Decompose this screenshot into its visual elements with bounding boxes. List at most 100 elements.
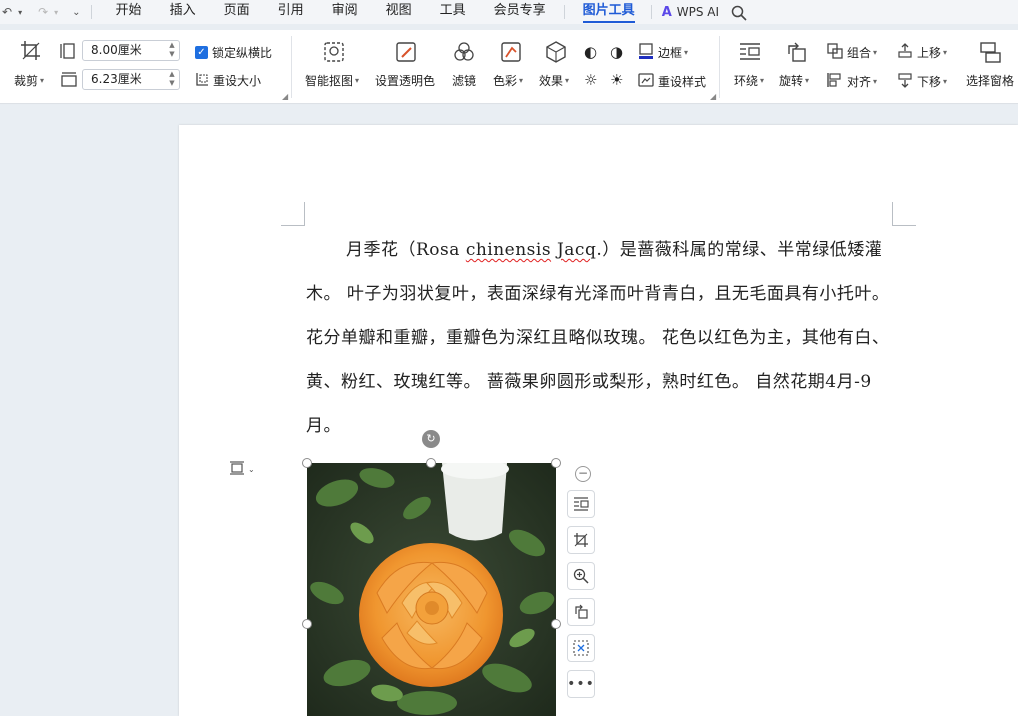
send-backward-button[interactable]: 下移 ▾ <box>897 72 947 91</box>
crop-tool-icon[interactable] <box>567 526 595 554</box>
border-label: 边框 <box>658 46 683 60</box>
divider <box>90 5 92 19</box>
tab-page[interactable]: 页面 <box>224 0 250 24</box>
stepper-arrows-icon[interactable]: ▲ ▼ <box>167 70 177 89</box>
document-page[interactable]: 月季花（Rosa chinensis Jacq.）是蔷薇科属的常绿、半常绿低矮灌… <box>179 125 1018 716</box>
undo-dropdown-icon[interactable]: ▾ <box>18 8 22 17</box>
chevron-down-icon: ▾ <box>519 76 524 85</box>
border-button[interactable]: 边框 ▾ <box>638 43 688 62</box>
layout-options-icon <box>230 460 244 478</box>
body-paragraph[interactable]: 月季花（Rosa chinensis Jacq.）是蔷薇科属的常绿、半常绿低矮灌… <box>306 228 896 448</box>
chevron-down-icon: ▾ <box>873 77 878 86</box>
increase-brightness-icon[interactable]: ☼ <box>584 71 597 89</box>
color-button[interactable]: 色彩 ▾ <box>493 72 523 89</box>
spelling-error-word[interactable]: Jacq <box>557 240 596 260</box>
rotate-tool-icon[interactable] <box>567 598 595 626</box>
lock-ratio-checkbox[interactable]: ✓ 锁定纵横比 <box>195 44 272 61</box>
smart-cutout-icon[interactable] <box>322 40 346 64</box>
group-button[interactable]: 组合 ▾ <box>827 43 877 62</box>
rotate-label: 旋转 <box>779 74 804 88</box>
spelling-error-word[interactable]: chinensis <box>466 240 551 260</box>
bring-forward-button[interactable]: 上移 ▾ <box>897 43 947 62</box>
divider <box>291 36 292 98</box>
resize-handle-top-middle[interactable] <box>426 458 436 468</box>
tab-picture-tools[interactable]: 图片工具 <box>582 0 635 24</box>
divider <box>650 5 652 19</box>
undo-icon[interactable]: ↶ <box>2 5 12 19</box>
bring-forward-icon <box>897 43 913 62</box>
rotate-button[interactable]: 旋转 ▾ <box>779 72 809 89</box>
wps-ai-logo-icon: A <box>661 4 672 20</box>
stepper-arrows-icon[interactable]: ▲ ▼ <box>167 41 177 60</box>
redo-icon[interactable]: ↷ <box>38 5 48 19</box>
resize-handle-top-right[interactable] <box>551 458 561 468</box>
filter-icon[interactable] <box>452 40 476 64</box>
tab-references[interactable]: 引用 <box>278 0 304 24</box>
width-input[interactable]: 6.23厘米 ▲ ▼ <box>82 69 180 90</box>
resize-handle-middle-right[interactable] <box>551 619 561 629</box>
tab-member[interactable]: 会员专享 <box>494 0 546 24</box>
rotate-handle-icon[interactable]: ↻ <box>422 430 440 448</box>
checkbox-checked-icon: ✓ <box>195 46 208 59</box>
ribbon-picture-tools: 裁剪 ▾ 8.00厘米 ▲ ▼ 6.23厘米 ▲ ▼ ✓ 锁定纵横比 重设大小 ◢ 智… <box>0 30 1018 104</box>
collapse-toolbar-icon[interactable]: − <box>575 466 591 482</box>
set-transparent-button[interactable]: 设置透明色 <box>375 72 435 89</box>
height-input[interactable]: 8.00厘米 ▲ ▼ <box>82 40 180 61</box>
margin-corner-top-right <box>892 202 916 226</box>
tab-view[interactable]: 视图 <box>386 0 412 24</box>
more-options-icon[interactable]: ••• <box>567 670 595 698</box>
smart-cutout-tool-icon[interactable] <box>567 634 595 662</box>
resize-handle-middle-left[interactable] <box>302 619 312 629</box>
align-button[interactable]: 对齐 ▾ <box>827 72 877 91</box>
set-transparent-label: 设置透明色 <box>375 74 436 88</box>
color-icon[interactable] <box>499 40 523 64</box>
wrap-icon[interactable] <box>738 40 762 64</box>
rotate-icon[interactable] <box>785 40 809 64</box>
document-canvas[interactable]: 月季花（Rosa chinensis Jacq.）是蔷薇科属的常绿、半常绿低矮灌… <box>0 105 1018 716</box>
filter-button[interactable]: 滤镜 <box>452 72 476 89</box>
width-value: 6.23厘米 <box>91 72 142 86</box>
tab-home[interactable]: 开始 <box>116 0 142 24</box>
border-icon <box>638 43 654 62</box>
group-label: 组合 <box>847 46 872 60</box>
smart-cutout-button[interactable]: 智能抠图 ▾ <box>305 72 359 89</box>
bring-forward-label: 上移 <box>917 46 942 60</box>
reset-size-button[interactable]: 重设大小 <box>195 72 261 89</box>
chevron-down-icon: ⌄ <box>248 464 255 474</box>
group-icon <box>827 43 843 62</box>
wps-ai-label: WPS AI <box>676 5 720 19</box>
group-expand-icon[interactable]: ◢ <box>710 92 716 101</box>
selected-image[interactable] <box>307 463 556 716</box>
redo-dropdown-icon[interactable]: ▾ <box>54 8 58 17</box>
chevron-down-icon: ▾ <box>873 48 878 57</box>
group-expand-icon[interactable]: ◢ <box>282 92 288 101</box>
wrap-options-icon[interactable] <box>567 490 595 518</box>
reset-style-button[interactable]: 重设样式 <box>638 72 706 91</box>
crop-icon[interactable] <box>20 40 42 62</box>
chevron-down-icon: ▾ <box>943 77 948 86</box>
chevron-down-icon: ▾ <box>355 76 360 85</box>
chevron-down-icon: ▾ <box>565 76 570 85</box>
reset-style-icon <box>638 72 654 91</box>
resize-handle-top-left[interactable] <box>302 458 312 468</box>
decrease-brightness-icon[interactable]: ☀ <box>610 71 623 89</box>
chevron-down-icon: ▾ <box>40 76 45 85</box>
effects-icon[interactable] <box>544 40 568 64</box>
wrap-button[interactable]: 环绕 ▾ <box>734 72 764 89</box>
tab-tools[interactable]: 工具 <box>440 0 466 24</box>
crop-button[interactable]: 裁剪 ▾ <box>14 72 44 89</box>
effects-button[interactable]: 效果 ▾ <box>539 72 569 89</box>
search-icon[interactable] <box>731 5 747 21</box>
selection-pane-icon[interactable] <box>978 40 1002 64</box>
increase-contrast-icon[interactable]: ◐ <box>584 43 597 61</box>
wps-ai-button[interactable]: A WPS AI <box>662 5 719 20</box>
decrease-contrast-icon[interactable]: ◑ <box>610 43 623 61</box>
zoom-in-icon[interactable] <box>567 562 595 590</box>
tab-insert[interactable]: 插入 <box>170 0 196 24</box>
set-transparent-icon[interactable] <box>394 40 418 64</box>
selection-pane-button[interactable]: 选择窗格 <box>966 72 1014 89</box>
customize-toolbar-icon[interactable]: ⌄ <box>72 7 80 18</box>
tab-review[interactable]: 审阅 <box>332 0 358 24</box>
layout-options-button[interactable]: ⌄ <box>230 458 266 480</box>
height-value: 8.00厘米 <box>91 43 142 57</box>
